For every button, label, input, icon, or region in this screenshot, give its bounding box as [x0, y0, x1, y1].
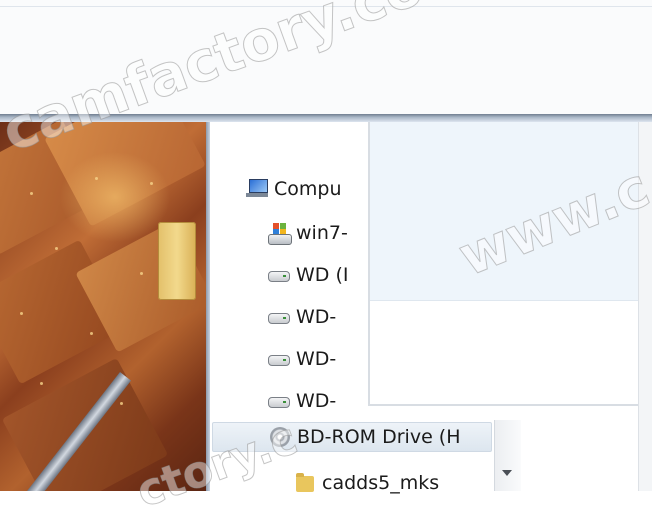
nav-item-label: BD-ROM Drive (H [297, 426, 461, 448]
top-divider [0, 6, 652, 7]
window-border-right [638, 122, 652, 491]
nav-item-wd-drive-2[interactable]: WD- [268, 302, 336, 332]
wallpaper-sparkle [55, 247, 58, 250]
drive-icon [268, 306, 290, 328]
nav-item-label: WD (I [296, 264, 349, 286]
desktop-folder-icon[interactable] [158, 222, 196, 300]
wallpaper-sparkle [150, 182, 153, 185]
drive-icon [268, 348, 290, 370]
overlay-dialog-panel [368, 122, 652, 406]
wallpaper-sparkle [90, 332, 93, 335]
wallpaper-glow [60, 152, 170, 242]
windows-drive-icon [268, 222, 292, 245]
desktop-background [0, 122, 206, 491]
nav-item-wd-drive-4[interactable]: WD- [268, 386, 336, 416]
drive-icon [268, 264, 290, 286]
window-frame-top [0, 114, 652, 122]
bd-rom-icon [269, 426, 291, 448]
wallpaper-sparkle [40, 382, 43, 385]
wallpaper-sparkle [120, 402, 123, 405]
scroll-down-arrow-icon[interactable] [502, 470, 512, 476]
nav-item-label: win7- [296, 222, 348, 244]
wallpaper-sparkle [20, 312, 23, 315]
nav-item-label: WD- [296, 306, 337, 328]
overlay-header-area [370, 122, 652, 301]
nav-item-wd-drive-1[interactable]: WD (I [268, 260, 348, 290]
nav-item-wd-drive-3[interactable]: WD- [268, 344, 336, 374]
nav-item-label: WD- [296, 348, 337, 370]
nav-item-label: WD- [296, 390, 337, 412]
wallpaper-sparkle [30, 192, 33, 195]
nav-item-bd-rom[interactable]: BD-ROM Drive (H [212, 422, 492, 452]
explorer-top-area [0, 0, 652, 117]
computer-icon [246, 178, 268, 200]
nav-item-win7-drive[interactable]: win7- [268, 218, 348, 248]
nav-item-computer[interactable]: Compu [246, 174, 342, 204]
nav-item-cadds5-folder[interactable]: cadds5_mks [294, 468, 439, 498]
nav-item-label: Compu [274, 178, 342, 200]
wallpaper-sparkle [95, 177, 98, 180]
wallpaper-sparkle [140, 272, 143, 275]
vertical-scrollbar[interactable] [494, 420, 521, 491]
drive-icon [268, 390, 290, 412]
